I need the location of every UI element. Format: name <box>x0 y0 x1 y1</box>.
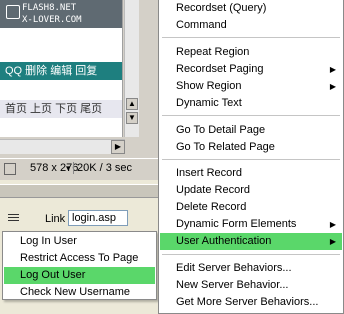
menu-item-label: Recordset Paging <box>176 63 264 75</box>
post-action-text: QQ 删除 编辑 回复 <box>5 65 98 77</box>
menu-item-log-out-user[interactable]: Log Out User <box>4 267 155 284</box>
pagination-bar: 首页 上页 下页 尾页 <box>0 100 122 118</box>
server-behaviors-menu: Recordset (Query) Command Repeat Region … <box>158 0 344 314</box>
status-bar: 578 x 276 ▾ 20K / 3 sec <box>0 158 160 177</box>
window-size-icon <box>4 163 16 175</box>
window-size[interactable]: 578 x 276 <box>30 159 78 177</box>
menu-separator <box>162 115 340 116</box>
menu-item-insert-record[interactable]: Insert Record <box>160 165 342 182</box>
submenu-arrow-icon: ▶ <box>329 237 336 246</box>
menu-item-log-in-user[interactable]: Log In User <box>4 233 155 250</box>
align-lines-icon[interactable] <box>8 214 19 223</box>
menu-item-repeat-region[interactable]: Repeat Region <box>160 44 342 61</box>
menu-item-recordset-paging[interactable]: Recordset Paging ▶ <box>160 61 342 78</box>
properties-panel-header[interactable] <box>0 184 160 198</box>
menu-item-restrict-access[interactable]: Restrict Access To Page <box>4 250 155 267</box>
menu-item-command[interactable]: Command <box>160 17 342 34</box>
pagination-text: 首页 上页 下页 尾页 <box>5 103 103 115</box>
menu-separator <box>162 254 340 255</box>
scroll-down-icon[interactable]: ▼ <box>126 112 138 124</box>
panel-splitter[interactable] <box>140 0 160 137</box>
menu-item-dynamic-form-elements[interactable]: Dynamic Form Elements ▶ <box>160 216 342 233</box>
scroll-right-icon[interactable]: ▶ <box>111 140 125 154</box>
submenu-arrow-icon: ▶ <box>329 65 336 74</box>
logo-icon <box>6 5 20 19</box>
download-speed: 20K / 3 sec <box>77 162 133 174</box>
menu-item-go-to-related-page[interactable]: Go To Related Page <box>160 139 342 156</box>
post-action-bar: QQ 删除 编辑 回复 <box>0 62 122 80</box>
menu-separator <box>162 159 340 160</box>
menu-item-get-more-server-behaviors[interactable]: Get More Server Behaviors... <box>160 294 342 311</box>
menu-separator <box>162 37 340 38</box>
document-window: FLASH8.NET X-LOVER.COM QQ 删除 编辑 回复 首页 上页… <box>0 0 160 180</box>
menu-item-show-region[interactable]: Show Region ▶ <box>160 78 342 95</box>
logo-line-2: X-LOVER.COM <box>22 15 82 25</box>
menu-item-dynamic-text[interactable]: Dynamic Text <box>160 95 342 112</box>
scroll-up-icon[interactable]: ▲ <box>126 98 138 110</box>
status-divider <box>73 162 74 174</box>
menu-item-edit-server-behaviors[interactable]: Edit Server Behaviors... <box>160 260 342 277</box>
site-logo-banner: FLASH8.NET X-LOVER.COM <box>0 0 122 28</box>
user-authentication-submenu: Log In User Restrict Access To Page Log … <box>2 231 157 300</box>
menu-item-label: User Authentication <box>176 235 272 247</box>
menu-item-check-new-username[interactable]: Check New Username <box>4 284 155 301</box>
submenu-arrow-icon: ▶ <box>329 82 336 91</box>
logo-line-1: FLASH8.NET <box>22 3 77 13</box>
design-canvas[interactable]: FLASH8.NET X-LOVER.COM QQ 删除 编辑 回复 首页 上页… <box>0 0 123 137</box>
menu-item-recordset[interactable]: Recordset (Query) <box>160 0 342 17</box>
menu-item-update-record[interactable]: Update Record <box>160 182 342 199</box>
menu-item-user-authentication[interactable]: User Authentication ▶ <box>160 233 342 250</box>
menu-item-label: Show Region <box>176 80 242 92</box>
menu-item-delete-record[interactable]: Delete Record <box>160 199 342 216</box>
menu-item-new-server-behavior[interactable]: New Server Behavior... <box>160 277 342 294</box>
horizontal-scrollbar[interactable]: ▶ <box>0 139 125 154</box>
chevron-down-icon[interactable]: ▾ <box>66 159 71 177</box>
menu-item-label: Dynamic Form Elements <box>176 218 297 230</box>
menu-item-go-to-detail-page[interactable]: Go To Detail Page <box>160 122 342 139</box>
submenu-arrow-icon: ▶ <box>329 220 336 229</box>
link-label: Link <box>45 213 66 225</box>
link-field[interactable]: login.asp <box>68 210 128 226</box>
vertical-scrollbar[interactable]: ▲ ▼ <box>124 0 139 137</box>
